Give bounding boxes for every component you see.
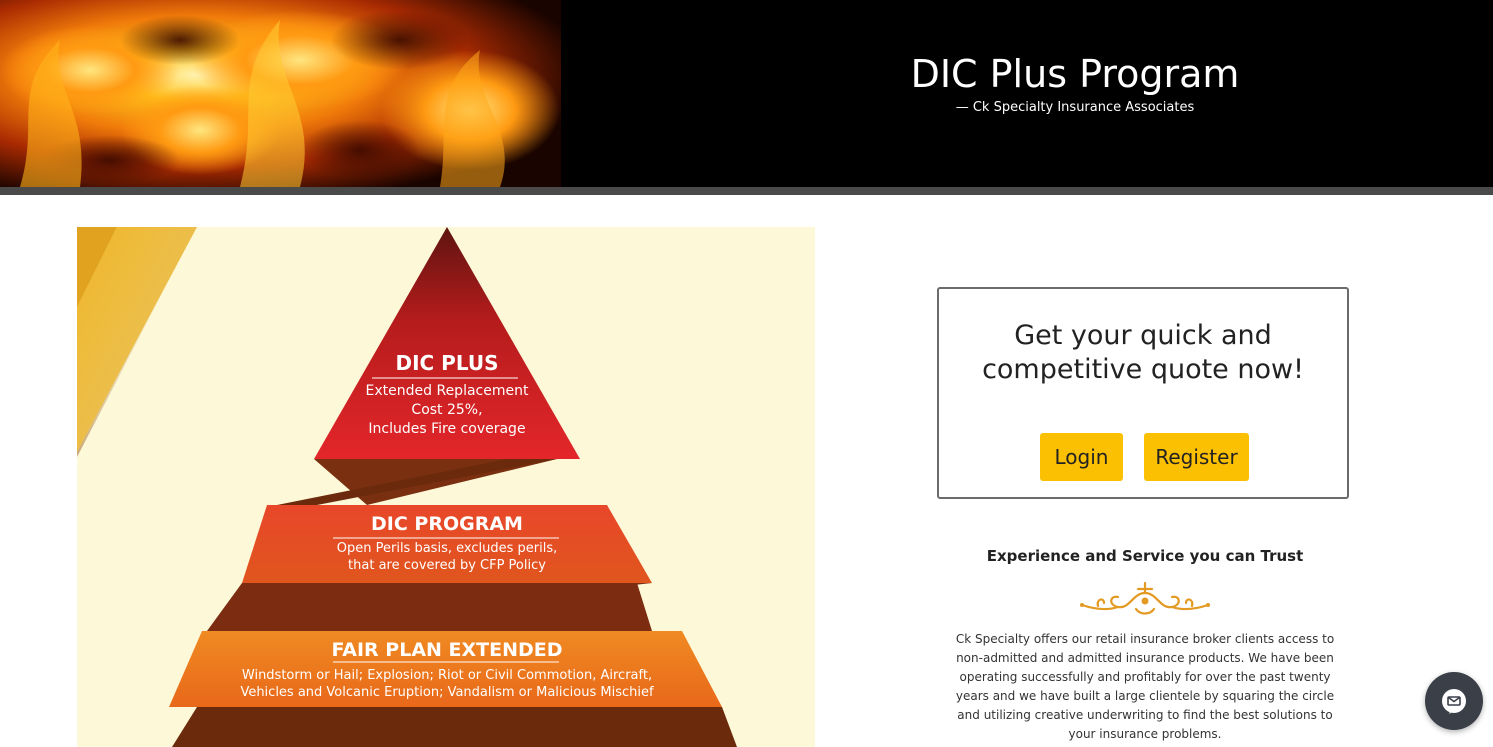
tier-title: FAIR PLAN EXTENDED — [331, 639, 563, 661]
quote-heading: Get your quick and competitive quote now… — [939, 319, 1347, 387]
tier-title: DIC PROGRAM — [371, 513, 523, 535]
quote-heading-line1: Get your quick and — [1014, 320, 1272, 351]
site-header: DIC Plus Program — Ck Specialty Insuranc… — [0, 0, 1493, 187]
trust-heading: Experience and Service you can Trust — [986, 547, 1304, 565]
tier-line: Includes Fire coverage — [368, 421, 526, 437]
flourish-ornament-icon — [1078, 579, 1212, 619]
tier-line: Vehicles and Volcanic Eruption; Vandalis… — [240, 685, 654, 700]
tier-dic-plus: DIC PLUS Extended Replacement Cost 25%, … — [327, 350, 567, 439]
quote-heading-line2: competitive quote now! — [982, 354, 1304, 385]
register-button[interactable]: Register — [1144, 433, 1249, 481]
tier-line: that are covered by CFP Policy — [348, 558, 546, 573]
tier-line: Windstorm or Hail; Explosion; Riot or Ci… — [241, 668, 653, 683]
tier-title: DIC PLUS — [395, 351, 499, 375]
tier-line: Extended Replacement — [365, 383, 529, 399]
page-subtitle: — Ck Specialty Insurance Associates — [955, 100, 1195, 115]
tier-line: Open Perils basis, excludes perils, — [336, 541, 558, 556]
chat-button[interactable] — [1425, 672, 1483, 730]
program-pyramid-graphic: DIC PLUS Extended Replacement Cost 25%, … — [77, 227, 815, 747]
chat-bubble-icon — [1441, 688, 1467, 714]
page-title: DIC Plus Program — [910, 52, 1240, 96]
fire-banner-image — [0, 0, 561, 187]
header-divider — [0, 187, 1493, 195]
tier-fair-plan-extended: FAIR PLAN EXTENDED Windstorm or Hail; Ex… — [197, 638, 697, 701]
login-button[interactable]: Login — [1040, 433, 1123, 481]
about-paragraph: Ck Specialty offers our retail insurance… — [955, 632, 1335, 741]
tier-line: Cost 25%, — [411, 402, 483, 418]
quote-panel: Get your quick and competitive quote now… — [937, 287, 1349, 499]
tier-dic-program: DIC PROGRAM Open Perils basis, excludes … — [267, 512, 627, 574]
